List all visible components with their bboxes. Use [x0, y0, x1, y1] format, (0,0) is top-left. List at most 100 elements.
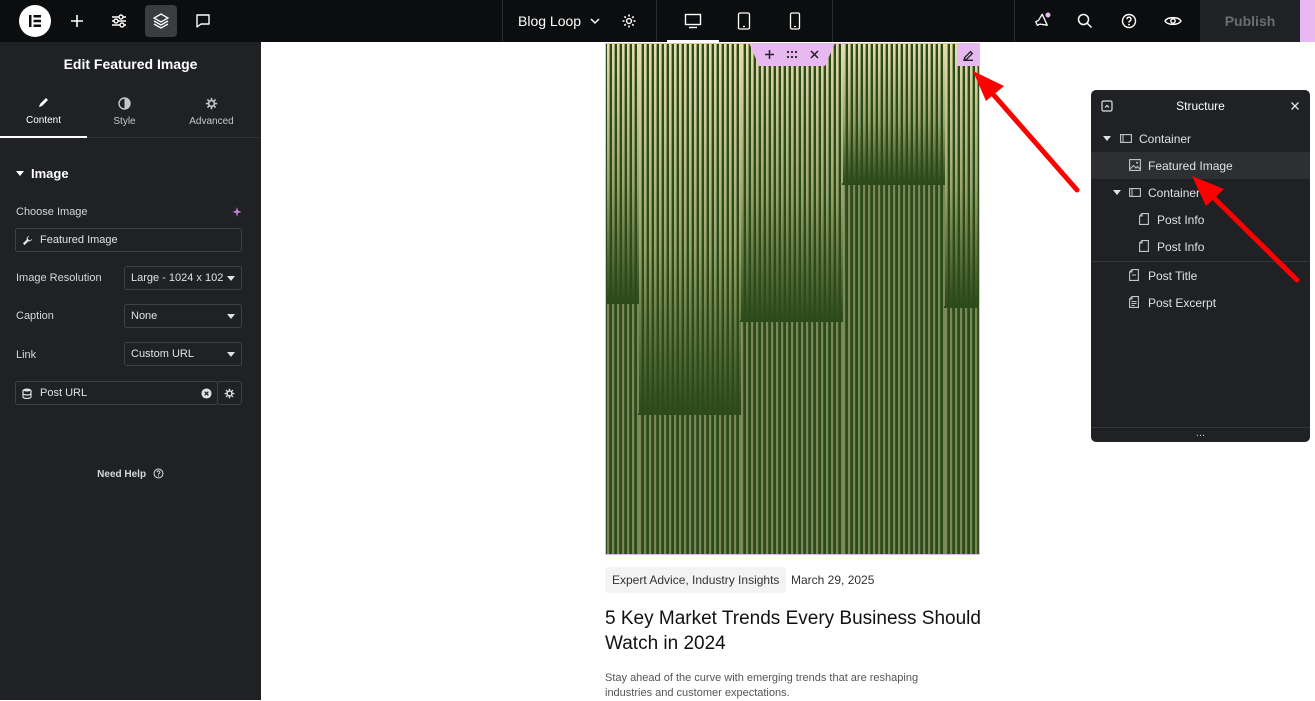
artwork-stripe: [821, 322, 824, 554]
structure-item-label: Post Info: [1157, 240, 1205, 254]
artwork-stripe: [950, 308, 953, 554]
page-settings-gear-icon[interactable]: [613, 5, 645, 37]
caret-down-icon: [1103, 136, 1111, 141]
artwork-stripe: [699, 415, 702, 554]
publish-button[interactable]: Publish: [1200, 0, 1300, 42]
artwork-stripe: [741, 322, 744, 554]
artwork-step-line: [842, 183, 944, 185]
structure-item-post-info[interactable]: Post Info: [1091, 206, 1310, 233]
artwork-stripe: [622, 304, 625, 554]
structure-item-container[interactable]: Container: [1091, 179, 1310, 206]
tablet-view-icon[interactable]: [728, 5, 760, 37]
help-icon[interactable]: [1113, 5, 1145, 37]
artwork-stripe: [734, 44, 737, 413]
elementor-logo[interactable]: [19, 5, 51, 37]
artwork-step-line: [606, 302, 638, 304]
post-categories[interactable]: Expert Advice, Industry Insights: [605, 567, 787, 593]
artwork-stripe: [659, 44, 662, 413]
artwork-stripe: [627, 304, 630, 554]
structure-item-post-excerpt[interactable]: Post Excerpt: [1091, 289, 1310, 316]
artwork-stripe: [694, 44, 697, 413]
add-icon[interactable]: [763, 48, 776, 61]
mobile-view-icon[interactable]: [779, 5, 811, 37]
artwork-stripe: [689, 44, 692, 413]
panel-title: Edit Featured Image: [63, 56, 198, 72]
section-title: Image: [31, 166, 69, 181]
structure-item-post-title[interactable]: Post Title: [1091, 262, 1310, 289]
gear-icon: [224, 388, 235, 398]
artwork-stripe: [786, 44, 789, 320]
add-element-icon[interactable]: [61, 5, 93, 37]
artwork-stripe: [617, 44, 620, 302]
desktop-view-icon[interactable]: [677, 5, 709, 37]
artwork-stripe: [836, 322, 839, 554]
structure-item-featured-image[interactable]: Featured Image: [1091, 152, 1310, 179]
artwork-stripe: [841, 322, 844, 554]
structure-item-container[interactable]: Container: [1091, 125, 1310, 152]
artwork-stripe: [607, 304, 610, 554]
artwork-stripe: [644, 415, 647, 554]
artwork-stripe: [945, 44, 948, 306]
post-title[interactable]: 5 Key Market Trends Every Business Shoul…: [605, 606, 985, 656]
artwork-stripe: [786, 322, 789, 554]
need-help-link[interactable]: Need Help: [0, 468, 261, 480]
tab-content[interactable]: Content: [0, 86, 87, 138]
top-bar: Blog Loop Publish: [0, 0, 1315, 42]
help-circle-icon: [153, 468, 164, 479]
image-resolution-select[interactable]: Large - 1024 x 1024: [124, 266, 242, 290]
artwork-stripe: [741, 44, 744, 320]
artwork-stripe: [826, 322, 829, 554]
structure-panel: Structure Container Featured Image Conta…: [1091, 90, 1310, 442]
artwork-stripe: [622, 44, 625, 302]
separator: [1014, 0, 1015, 42]
chevron-down-icon: [590, 17, 600, 24]
artwork-stripe: [975, 44, 978, 306]
separator: [832, 0, 833, 42]
artwork-stripe: [893, 44, 896, 183]
post-url-value: Post URL: [40, 387, 88, 399]
post-url-dynamic-field[interactable]: Post URL: [15, 381, 218, 405]
close-icon[interactable]: [1290, 101, 1300, 111]
tab-advanced[interactable]: Advanced: [168, 86, 255, 138]
document-title-dropdown[interactable]: Blog Loop: [518, 0, 600, 42]
artwork-stripe: [637, 304, 640, 554]
site-settings-icon[interactable]: [103, 5, 135, 37]
artwork-stripe: [791, 44, 794, 320]
structure-layers-icon[interactable]: [145, 5, 177, 37]
choose-image-dynamic-field[interactable]: Featured Image: [15, 228, 242, 252]
ai-sparkle-icon[interactable]: [231, 206, 243, 218]
drag-handle-icon[interactable]: [785, 48, 799, 61]
notes-icon[interactable]: [187, 5, 219, 37]
tab-style[interactable]: Style: [81, 86, 168, 138]
structure-resize-handle[interactable]: ...: [1091, 427, 1310, 442]
dock-panel-icon[interactable]: [1101, 100, 1113, 112]
artwork-stripe: [913, 185, 916, 554]
caption-select[interactable]: None: [124, 304, 242, 328]
caption-value: None: [131, 310, 158, 322]
artwork-stripe: [883, 44, 886, 183]
artwork-stripe: [729, 44, 732, 413]
preview-eye-icon[interactable]: [1157, 5, 1189, 37]
artwork-stripe: [751, 322, 754, 554]
whats-new-megaphone-icon[interactable]: [1026, 5, 1058, 37]
artwork-stripe: [679, 44, 682, 413]
section-toggle-image[interactable]: Image: [16, 166, 69, 181]
artwork-stripe: [888, 185, 891, 554]
search-icon[interactable]: [1069, 5, 1101, 37]
edit-widget-button[interactable]: [957, 44, 979, 66]
featured-image-widget[interactable]: [605, 43, 980, 555]
container-icon: [1129, 188, 1141, 197]
link-options-gear-button[interactable]: [217, 381, 242, 405]
artwork-stripe: [791, 322, 794, 554]
artwork-stripe: [821, 44, 824, 320]
clear-circle-x-icon[interactable]: [201, 388, 212, 399]
close-icon[interactable]: [808, 48, 821, 61]
link-select[interactable]: Custom URL: [124, 342, 242, 366]
artwork-stripe: [746, 44, 749, 320]
publish-options-button[interactable]: [1300, 0, 1315, 42]
link-value: Custom URL: [131, 348, 194, 360]
structure-item-post-info[interactable]: Post Info: [1091, 233, 1310, 260]
structure-item-label: Post Info: [1157, 213, 1205, 227]
artwork-stripe: [955, 308, 958, 554]
artwork-stripe: [709, 44, 712, 413]
